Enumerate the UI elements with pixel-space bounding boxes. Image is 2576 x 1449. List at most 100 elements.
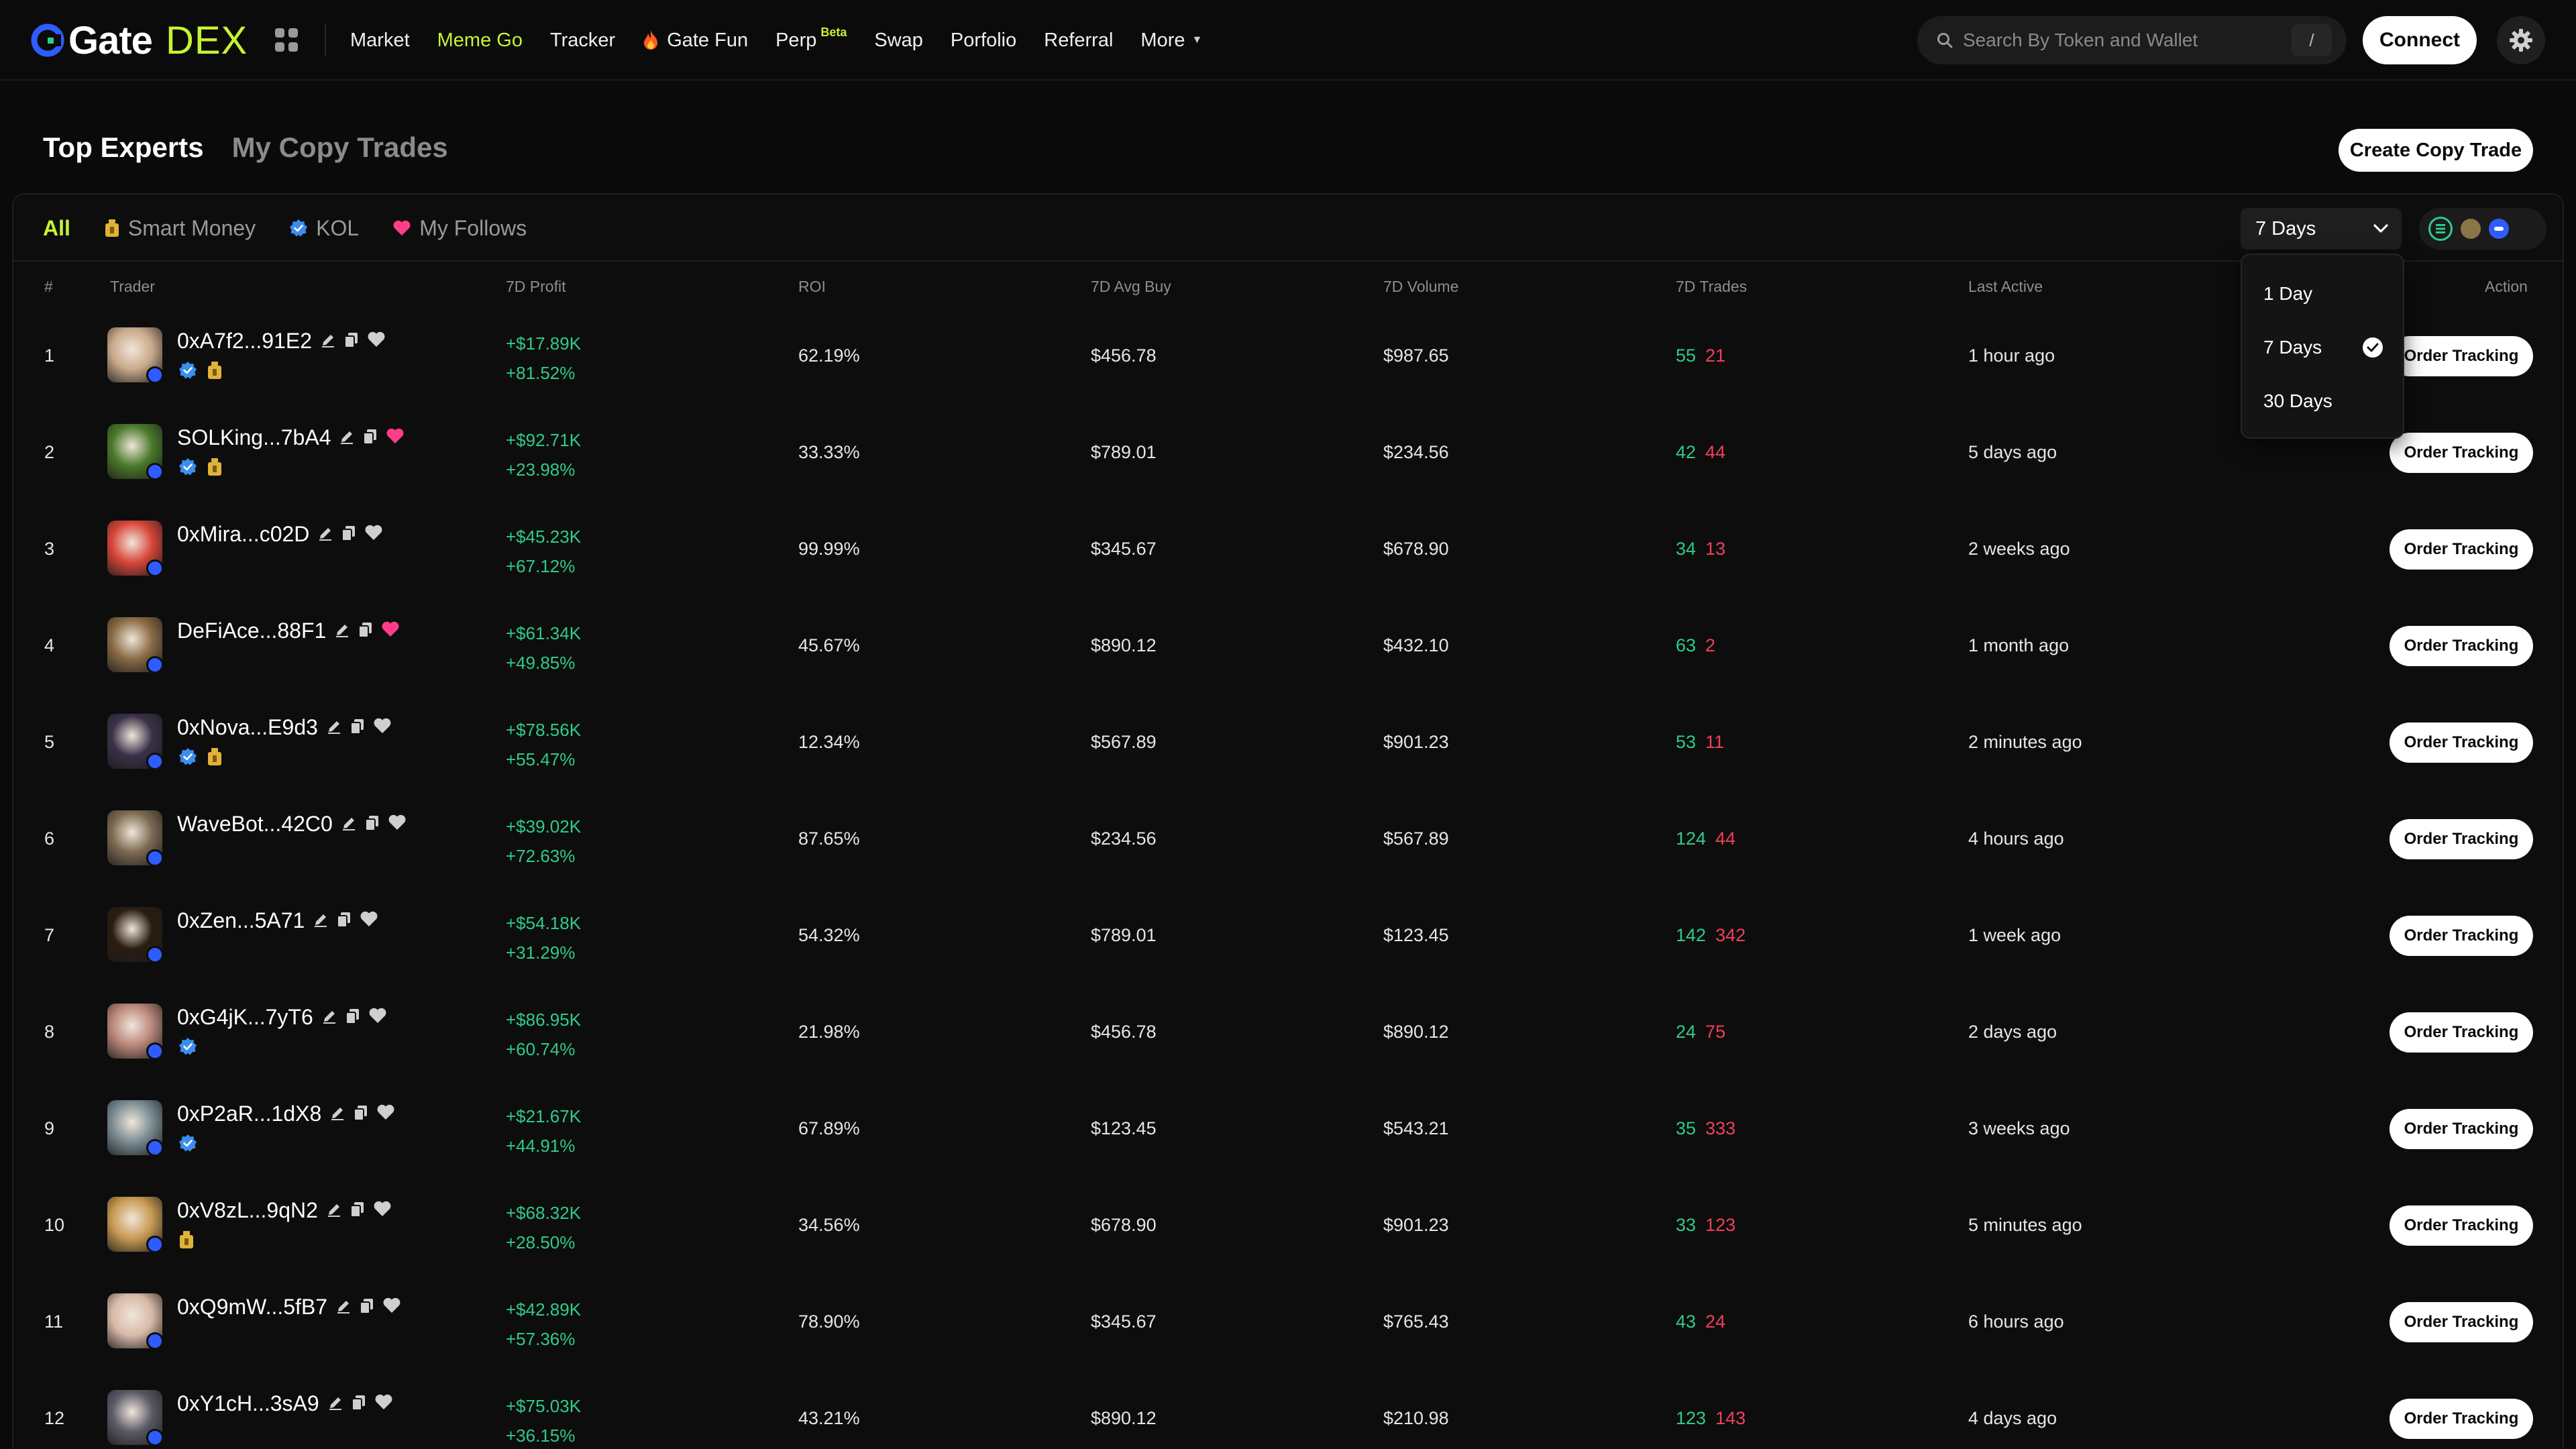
period-option-1-day[interactable]: 1 Day [2242,267,2403,321]
avatar[interactable] [107,617,162,672]
heart-icon[interactable] [382,1295,401,1320]
apps-grid-icon[interactable] [275,28,299,52]
tab-my-copy-trades[interactable]: My Copy Trades [232,131,448,164]
copy-icon[interactable] [358,619,373,643]
copy-icon[interactable] [354,1102,368,1126]
search-input[interactable] [1963,30,2292,51]
heart-icon[interactable] [388,812,407,837]
nav-item-perp[interactable]: Perp Beta [775,25,847,52]
order-tracking-button[interactable]: Order Tracking [2390,529,2533,570]
avatar[interactable] [107,327,162,382]
copy-icon[interactable] [341,522,356,547]
search-bar[interactable]: / [1917,16,2347,64]
nav-item-swap[interactable]: Swap [874,30,923,52]
heart-filled-icon[interactable] [386,425,405,450]
order-tracking-button[interactable]: Order Tracking [2390,433,2533,473]
trader-name[interactable]: WaveBot...42C0 [177,812,333,837]
create-copy-trade-button[interactable]: Create Copy Trade [2339,129,2533,172]
copy-icon[interactable] [360,1295,374,1320]
heart-filled-icon[interactable] [381,619,400,643]
filter-kol[interactable]: KOL [289,216,359,241]
order-tracking-button[interactable]: Order Tracking [2390,1012,2533,1053]
trader-name[interactable]: 0xV8zL...9qN2 [177,1198,318,1223]
order-tracking-button[interactable]: Order Tracking [2390,626,2533,666]
nav-item-market[interactable]: Market [350,30,410,52]
bsc-chain-icon[interactable] [2461,219,2481,239]
heart-icon[interactable] [360,908,378,933]
nav-item-referral[interactable]: Referral [1044,30,1113,52]
filter-all[interactable]: All [43,216,70,241]
heart-icon[interactable] [374,1391,393,1416]
trader-name[interactable]: 0xY1cH...3sA9 [177,1391,319,1416]
copy-icon[interactable] [364,812,380,837]
period-select[interactable]: 7 Days [2241,208,2402,250]
trader-name[interactable]: SOLKing...7bA4 [177,425,331,450]
copy-icon[interactable] [350,715,365,740]
trader-name[interactable]: 0xQ9mW...5fB7 [177,1295,327,1320]
col-volume[interactable]: 7D Volume [1383,278,1459,296]
copy-icon[interactable] [344,329,359,354]
avatar[interactable] [107,907,162,962]
edit-icon[interactable] [341,812,357,837]
avatar[interactable] [107,1100,162,1155]
col-last-active[interactable]: Last Active [1968,278,2043,296]
period-option-30-days[interactable]: 30 Days [2242,374,2403,428]
copy-icon[interactable] [345,1005,360,1030]
nav-item-gate-fun[interactable]: Gate Fun [643,30,748,52]
order-tracking-button[interactable]: Order Tracking [2390,916,2533,956]
order-tracking-button[interactable]: Order Tracking [2390,819,2533,859]
nav-item-tracker[interactable]: Tracker [550,30,615,52]
avatar[interactable] [107,1390,162,1445]
heart-icon[interactable] [368,1005,387,1030]
edit-icon[interactable] [313,908,329,933]
filter-smart-money[interactable]: Smart Money [104,216,256,241]
filter-my-follows[interactable]: My Follows [392,216,527,241]
avatar[interactable] [107,714,162,769]
edit-icon[interactable] [317,522,333,547]
heart-icon[interactable] [373,1198,392,1223]
edit-icon[interactable] [320,329,336,354]
connect-button[interactable]: Connect [2363,16,2477,64]
edit-icon[interactable] [329,1102,345,1126]
trader-name[interactable]: 0xZen...5A71 [177,908,305,933]
copy-icon[interactable] [337,908,352,933]
heart-icon[interactable] [376,1102,395,1126]
col-trades[interactable]: 7D Trades [1676,278,1747,296]
order-tracking-button[interactable]: Order Tracking [2390,1205,2533,1246]
solana-chain-icon[interactable] [2428,217,2453,241]
edit-icon[interactable] [321,1005,337,1030]
col-profit[interactable]: 7D Profit [506,278,566,296]
trader-name[interactable]: 0xP2aR...1dX8 [177,1102,321,1126]
avatar[interactable] [107,1004,162,1059]
gate-dex-logo[interactable]: Gate DEX [31,17,248,63]
trader-name[interactable]: 0xA7f2...91E2 [177,329,312,354]
base-chain-icon[interactable] [2489,219,2509,239]
col-avg-buy[interactable]: 7D Avg Buy [1091,278,1171,296]
period-option-7-days[interactable]: 7 Days [2242,321,2403,374]
edit-icon[interactable] [326,715,342,740]
copy-icon[interactable] [351,1391,366,1416]
heart-icon[interactable] [364,522,383,547]
trader-name[interactable]: 0xNova...E9d3 [177,715,318,740]
edit-icon[interactable] [335,1295,352,1320]
edit-icon[interactable] [339,425,355,450]
trader-name[interactable]: DeFiAce...88F1 [177,619,326,643]
copy-icon[interactable] [363,425,378,450]
edit-icon[interactable] [326,1198,342,1223]
order-tracking-button[interactable]: Order Tracking [2390,722,2533,763]
nav-item-more[interactable]: More ▼ [1140,30,1202,52]
order-tracking-button[interactable]: Order Tracking [2390,1302,2533,1342]
avatar[interactable] [107,810,162,865]
edit-icon[interactable] [334,619,350,643]
col-roi[interactable]: ROI [798,278,826,296]
order-tracking-button[interactable]: Order Tracking [2390,1109,2533,1149]
avatar[interactable] [107,1197,162,1252]
avatar[interactable] [107,521,162,576]
trader-name[interactable]: 0xG4jK...7yT6 [177,1005,313,1030]
order-tracking-button[interactable]: Order Tracking [2390,1399,2533,1439]
avatar[interactable] [107,424,162,479]
settings-button[interactable] [2497,16,2545,64]
heart-icon[interactable] [367,329,386,354]
copy-icon[interactable] [350,1198,365,1223]
avatar[interactable] [107,1293,162,1348]
